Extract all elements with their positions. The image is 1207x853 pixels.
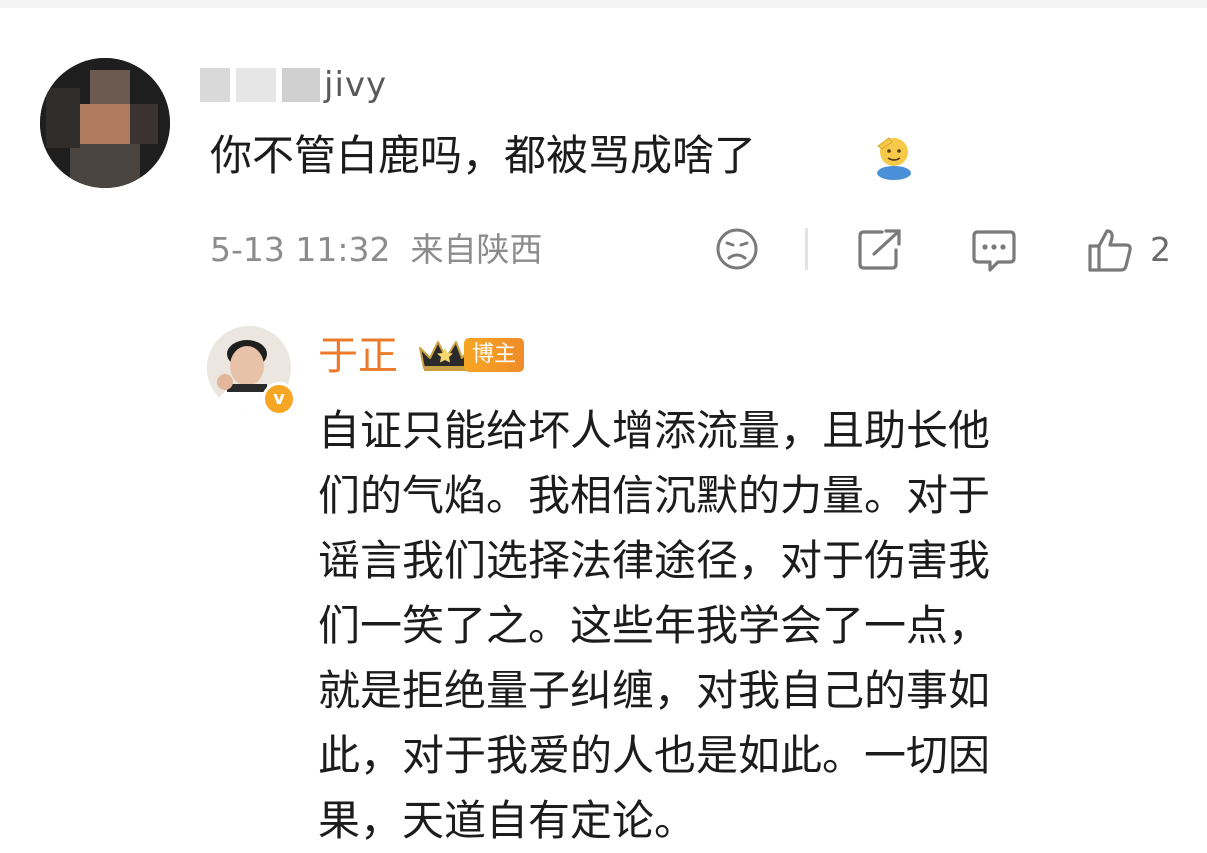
commenter-username[interactable]: jivy: [200, 62, 400, 108]
like-count: 2: [1150, 230, 1171, 269]
blurred-name-part: [282, 68, 320, 102]
comment-location: 来自陕西: [410, 230, 543, 269]
reply-line: 谣言我们选择法律途径，对于伤害我: [318, 536, 991, 585]
action-divider: [805, 228, 808, 270]
comment-meta: 5-13 11:32 来自陕西: [210, 228, 543, 272]
author-name[interactable]: 于正: [318, 330, 398, 382]
top-strip: [0, 0, 1207, 8]
reply-line: 自证只能给坏人增添流量，且助长他: [318, 406, 991, 455]
dislike-icon[interactable]: [714, 226, 760, 272]
reply-line: 们的气焰。我相信沉默的力量。对于: [318, 471, 991, 520]
reply-text: 自证只能给坏人增添流量，且助长他 们的气焰。我相信沉默的力量。对于 谣言我们选择…: [318, 398, 1148, 853]
verified-badge: v: [262, 382, 296, 416]
salute-face-emoji: [877, 137, 911, 180]
reply-line: 就是拒绝量子纠缠，对我自己的事如: [318, 666, 991, 715]
username-visible-part: jivy: [324, 65, 388, 105]
share-icon[interactable]: [856, 226, 904, 272]
comment-text: 你不管白鹿吗，都被骂成啥了: [210, 131, 757, 180]
blurred-name-part: [236, 68, 276, 102]
comment-icon[interactable]: [970, 226, 1018, 274]
author-badge: 博主: [464, 338, 525, 372]
comment-time: 5-13 11:32: [210, 230, 391, 269]
reply-line: 此，对于我爱的人也是如此。一切因: [318, 731, 991, 780]
reply-line: 们一笑了之。这些年我学会了一点，: [318, 601, 991, 650]
commenter-avatar[interactable]: [40, 58, 170, 188]
reply-line: 果，天道自有定论。: [318, 796, 697, 845]
blurred-name-part: [200, 68, 230, 102]
like-icon[interactable]: [1086, 226, 1134, 274]
